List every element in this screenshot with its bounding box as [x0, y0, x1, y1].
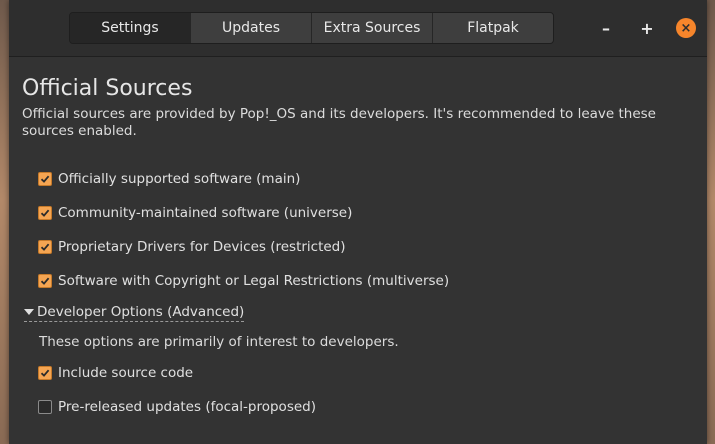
checkbox-universe[interactable]: Community-maintained software (universe) [38, 205, 352, 221]
developer-options-expander[interactable]: Developer Options (Advanced) [24, 304, 245, 322]
checkbox-source-code[interactable]: Include source code [38, 365, 193, 381]
maximize-icon: + [640, 18, 654, 38]
triangle-down-icon [24, 309, 34, 315]
minimize-icon: – [602, 18, 610, 38]
page-title: Official Sources [22, 76, 193, 101]
checkmark-icon [40, 175, 50, 183]
checkbox-multiverse[interactable]: Software with Copyright or Legal Restric… [38, 273, 449, 289]
software-sources-window: Settings Updates Extra Sources Flatpak –… [9, 0, 707, 444]
checkmark-icon [40, 277, 50, 285]
tab-flatpak[interactable]: Flatpak [433, 13, 553, 43]
checkbox-label: Officially supported software (main) [58, 171, 301, 187]
checkbox-box[interactable] [38, 400, 52, 414]
official-sources-description: Official sources are provided by Pop!_OS… [22, 106, 656, 139]
checkbox-main[interactable]: Officially supported software (main) [38, 171, 300, 187]
checkbox-restricted[interactable]: Proprietary Drivers for Devices (restric… [38, 239, 346, 255]
checkbox-box[interactable] [38, 274, 52, 288]
checkmark-icon [40, 369, 50, 377]
checkbox-box[interactable] [38, 366, 52, 380]
expander-label: Developer Options (Advanced) [37, 304, 245, 320]
header-bar: Settings Updates Extra Sources Flatpak –… [9, 0, 707, 57]
tab-extra-sources[interactable]: Extra Sources [312, 13, 433, 43]
close-button[interactable]: × [676, 18, 696, 38]
checkbox-label: Proprietary Drivers for Devices (restric… [58, 239, 346, 255]
minimize-button[interactable]: – [595, 17, 617, 39]
checkbox-label: Pre-released updates (focal-proposed) [58, 399, 316, 415]
checkbox-label: Software with Copyright or Legal Restric… [58, 273, 450, 289]
tab-settings[interactable]: Settings [70, 13, 191, 43]
maximize-button[interactable]: + [636, 17, 658, 39]
checkbox-label: Community-maintained software (universe) [58, 205, 353, 221]
checkmark-icon [40, 209, 50, 217]
developer-options-description: These options are primarily of interest … [39, 334, 399, 350]
checkbox-proposed[interactable]: Pre-released updates (focal-proposed) [38, 399, 316, 415]
tab-updates[interactable]: Updates [191, 13, 312, 43]
checkbox-label: Include source code [58, 365, 194, 381]
view-switcher: Settings Updates Extra Sources Flatpak [69, 12, 554, 44]
checkbox-box[interactable] [38, 240, 52, 254]
checkbox-box[interactable] [38, 172, 52, 186]
checkbox-box[interactable] [38, 206, 52, 220]
checkmark-icon [40, 243, 50, 251]
close-icon: × [680, 20, 692, 36]
